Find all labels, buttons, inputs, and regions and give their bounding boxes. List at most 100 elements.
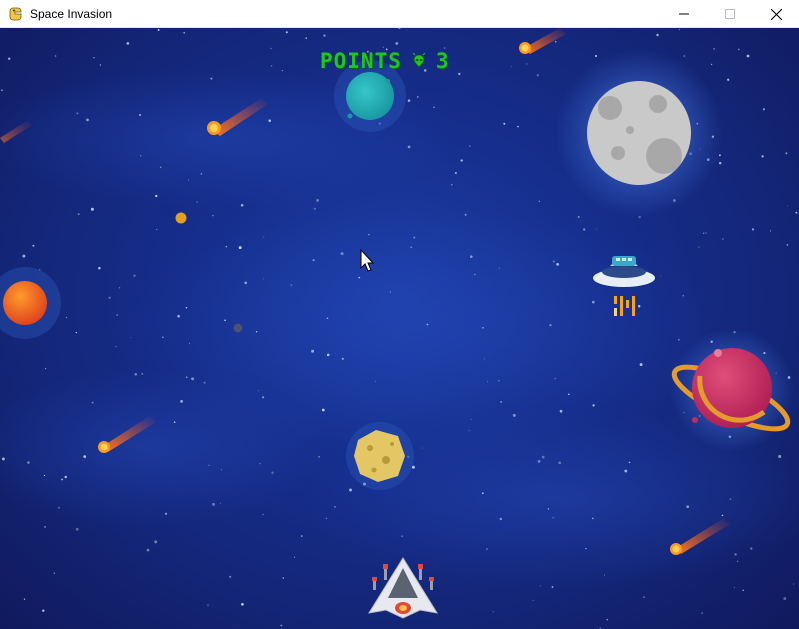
game-canvas[interactable]: POINTS 3 (0, 28, 799, 629)
star (141, 373, 143, 375)
star (76, 112, 79, 115)
star (99, 64, 102, 66)
star (305, 37, 307, 39)
star (240, 204, 244, 207)
star (604, 574, 605, 576)
star (207, 604, 209, 606)
close-button[interactable] (753, 0, 799, 28)
star (554, 377, 556, 380)
star (592, 404, 595, 407)
window-controls (661, 0, 799, 28)
star (678, 29, 680, 31)
star (65, 316, 68, 319)
star (1, 457, 5, 461)
star (32, 244, 35, 247)
star (270, 47, 272, 50)
maximize-button[interactable] (707, 0, 753, 28)
star (261, 396, 265, 399)
star (532, 600, 534, 601)
star (656, 33, 659, 37)
star (698, 246, 700, 248)
star (58, 506, 60, 509)
title-bar[interactable]: Space Invasion (0, 0, 799, 28)
star (737, 48, 740, 51)
star (173, 421, 176, 423)
star (200, 173, 203, 175)
star (486, 548, 488, 550)
star (91, 401, 94, 404)
star (628, 461, 631, 464)
star (686, 505, 690, 509)
star (318, 455, 320, 458)
star (43, 474, 46, 477)
star (785, 152, 788, 155)
star (541, 455, 545, 459)
star (75, 331, 78, 334)
star (510, 66, 512, 68)
star (64, 475, 67, 479)
star (75, 527, 79, 531)
star (547, 508, 550, 510)
star (313, 207, 316, 210)
star (464, 213, 467, 216)
star (458, 72, 461, 76)
star (568, 393, 570, 396)
star (334, 506, 336, 508)
points-value: 3 (435, 49, 450, 73)
star (358, 276, 361, 279)
star (474, 273, 476, 276)
star (22, 254, 26, 258)
star (134, 373, 138, 376)
star (721, 514, 724, 517)
star (733, 587, 735, 589)
star (241, 602, 244, 606)
star (538, 200, 540, 202)
star (734, 553, 737, 556)
star (311, 349, 315, 353)
star (188, 342, 191, 344)
star (229, 575, 232, 578)
star (382, 46, 384, 49)
app-window: Space Invasion POINTS 3 (0, 0, 799, 629)
pygame-snake-icon (9, 7, 22, 20)
star (321, 408, 325, 412)
window-title: Space Invasion (30, 6, 113, 21)
star (426, 323, 429, 326)
minimize-button[interactable] (661, 0, 707, 28)
star (340, 252, 344, 256)
star (115, 346, 117, 348)
star (389, 291, 391, 293)
star (177, 314, 180, 318)
meteor-2 (519, 28, 566, 54)
star (499, 517, 502, 521)
star (606, 618, 609, 621)
star (54, 55, 57, 57)
star (594, 54, 598, 58)
star (156, 228, 158, 230)
star (225, 245, 228, 248)
star (268, 119, 271, 122)
star (583, 228, 586, 231)
star (368, 234, 370, 236)
star (454, 171, 457, 175)
star (118, 287, 121, 289)
star (61, 478, 63, 481)
star (196, 201, 198, 203)
star (154, 540, 158, 544)
star (212, 214, 214, 217)
star (643, 596, 645, 598)
star (742, 589, 745, 592)
star (401, 535, 403, 537)
star (407, 99, 411, 102)
star (294, 556, 296, 558)
star (482, 326, 484, 329)
star (259, 463, 261, 465)
minimize-icon (679, 13, 689, 15)
star (500, 401, 502, 403)
points-label: POINTS (320, 49, 402, 73)
star (258, 390, 260, 392)
star (710, 63, 713, 66)
star (407, 145, 411, 149)
star (484, 358, 486, 360)
star (468, 429, 470, 432)
